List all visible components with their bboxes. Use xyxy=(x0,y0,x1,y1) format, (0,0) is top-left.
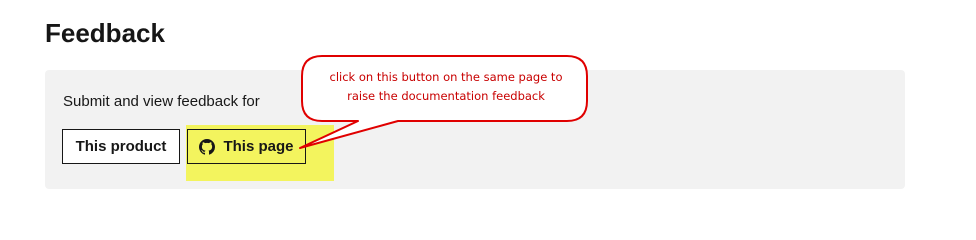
this-product-label: This product xyxy=(75,138,167,155)
this-product-button[interactable]: This product xyxy=(62,129,180,164)
page-title: Feedback xyxy=(45,18,165,48)
github-icon xyxy=(199,138,216,155)
page-root: Feedback Submit and view feedback for Th… xyxy=(0,0,976,201)
this-page-label: This page xyxy=(223,138,294,155)
callout-text: click on this button on the same page to… xyxy=(306,68,586,106)
callout-line-1: click on this button on the same page to xyxy=(329,70,563,84)
feedback-prompt: Submit and view feedback for xyxy=(63,93,260,110)
callout-line-2: raise the documentation feedback xyxy=(347,89,545,103)
this-page-button[interactable]: This page xyxy=(187,129,306,164)
